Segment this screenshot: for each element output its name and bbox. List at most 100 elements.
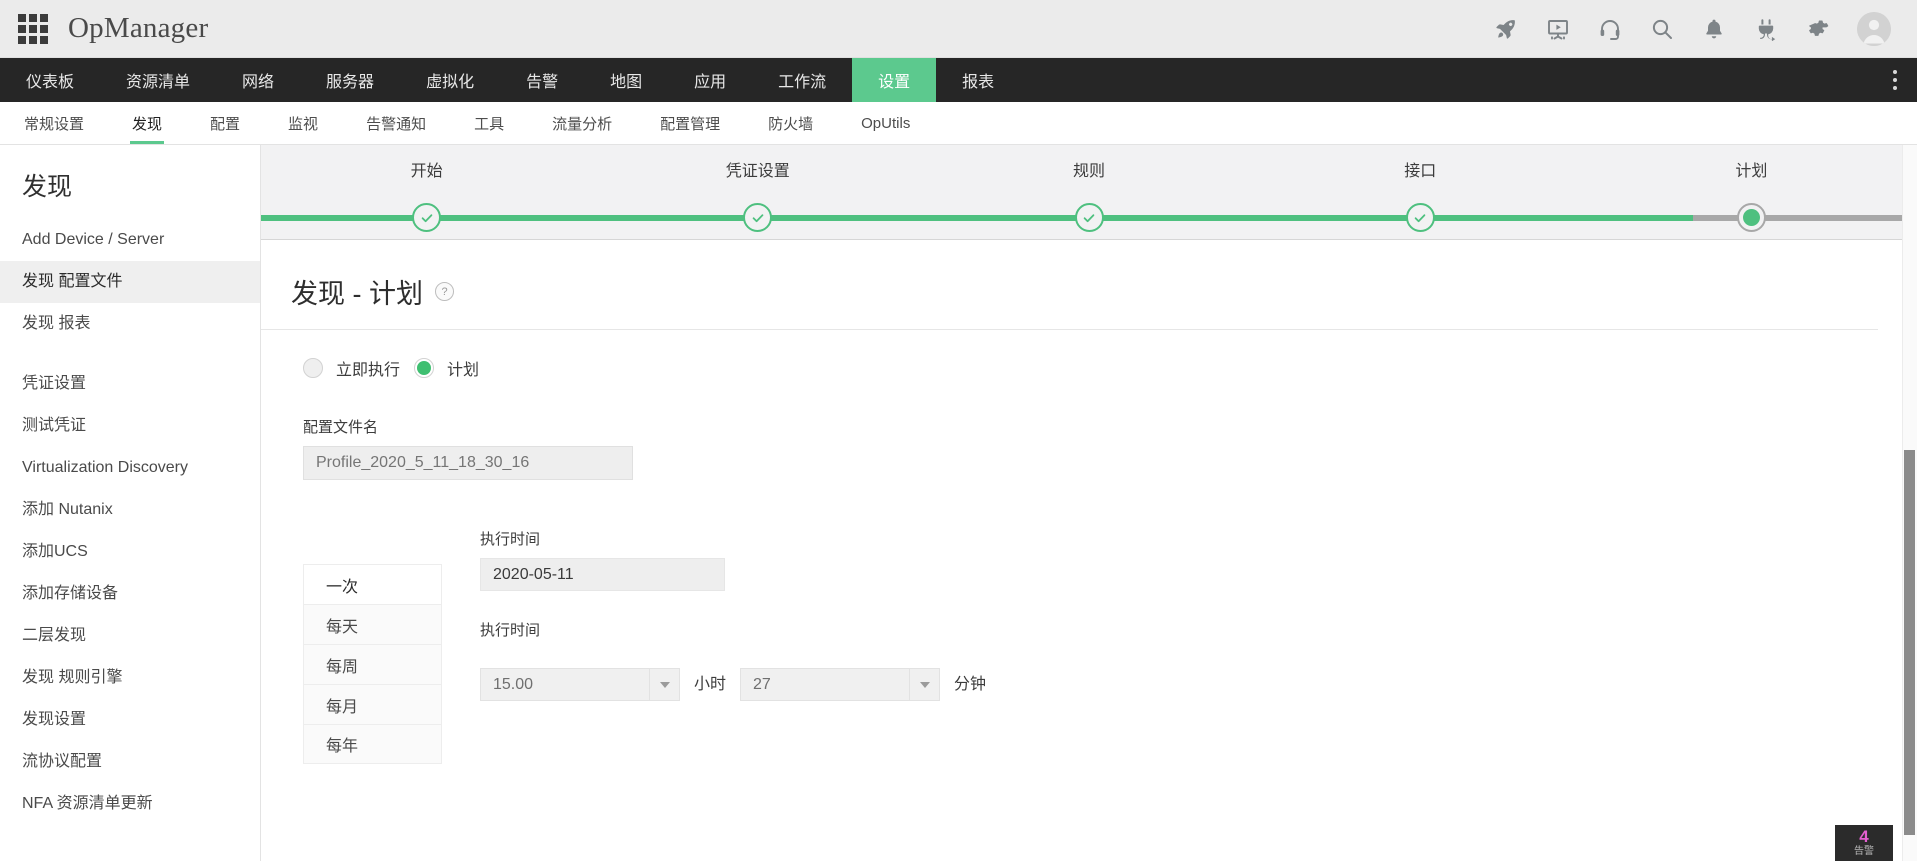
- sidebar-item-discovery-settings[interactable]: 发现设置: [0, 699, 260, 741]
- step-dotcol-start: [261, 203, 592, 232]
- primary-navigation: 仪表板 资源清单 网络 服务器 虚拟化 告警 地图 应用 工作流 设置 报表: [0, 58, 1917, 102]
- nav-item-workflow[interactable]: 工作流: [752, 58, 852, 102]
- minute-select-value: 27: [741, 669, 783, 700]
- check-icon: [420, 211, 434, 225]
- nav-item-inventory[interactable]: 资源清单: [100, 58, 216, 102]
- page-title: 发现 - 计划: [291, 272, 423, 311]
- top-header-bar: OpManager: [0, 0, 1917, 58]
- radio-schedule-label: 计划: [447, 356, 479, 380]
- sidebar-item-flow-protocol-config[interactable]: 流协议配置: [0, 741, 260, 783]
- tab-alarm-notification[interactable]: 告警通知: [342, 102, 450, 144]
- step-label-credentials: 凭证设置: [592, 157, 923, 181]
- presentation-icon[interactable]: [1545, 16, 1571, 42]
- schedule-section: 一次 每天 每周 每月 每年 执行时间 执行时间 15.00 小时 27: [291, 480, 1917, 764]
- check-icon: [1413, 211, 1427, 225]
- step-col-interface: 接口: [1255, 157, 1586, 181]
- tab-monitoring[interactable]: 监视: [264, 102, 342, 144]
- step-dotcol-rules: [923, 203, 1254, 232]
- hour-unit-label: 小时: [680, 668, 740, 701]
- tab-traffic-analysis[interactable]: 流量分析: [528, 102, 636, 144]
- step-col-start: 开始: [261, 157, 592, 181]
- sidebar-item-discovery-profile[interactable]: 发现 配置文件: [0, 261, 260, 303]
- step-col-schedule: 计划: [1586, 157, 1917, 181]
- sidebar-item-discovery-rule-engine[interactable]: 发现 规则引擎: [0, 657, 260, 699]
- step-dot-rules[interactable]: [1075, 203, 1104, 232]
- sidebar-group-divider: [0, 345, 260, 363]
- bell-icon[interactable]: [1701, 16, 1727, 42]
- step-dotcol-schedule: [1586, 203, 1917, 232]
- frequency-tab-monthly[interactable]: 每月: [303, 684, 442, 724]
- user-avatar-icon[interactable]: [1857, 12, 1891, 46]
- stepper-labels: 开始 凭证设置 规则 接口 计划: [261, 145, 1917, 181]
- minute-select[interactable]: 27: [740, 668, 940, 701]
- nav-item-alarms[interactable]: 告警: [500, 58, 584, 102]
- alert-count-widget[interactable]: 4 告警: [1835, 825, 1893, 861]
- sidebar-item-test-credential[interactable]: 测试凭证: [0, 405, 260, 447]
- step-label-interface: 接口: [1255, 157, 1586, 181]
- gear-icon[interactable]: [1805, 16, 1831, 42]
- run-time-row: 15.00 小时 27 分钟: [480, 668, 1000, 701]
- step-dotcol-interface: [1255, 203, 1586, 232]
- sidebar-item-add-storage-device[interactable]: 添加存储设备: [0, 573, 260, 615]
- hour-select[interactable]: 15.00: [480, 668, 680, 701]
- profile-name-input[interactable]: [303, 446, 633, 480]
- vertical-scrollbar-track[interactable]: [1902, 145, 1917, 861]
- step-dot-credentials[interactable]: [743, 203, 772, 232]
- nav-item-reports[interactable]: 报表: [936, 58, 1020, 102]
- sidebar-item-nfa-inventory-update[interactable]: NFA 资源清单更新: [0, 783, 260, 825]
- step-col-rules: 规则: [923, 157, 1254, 181]
- sidebar-item-discovery-report[interactable]: 发现 报表: [0, 303, 260, 345]
- frequency-tab-yearly[interactable]: 每年: [303, 724, 442, 764]
- step-col-credentials: 凭证设置: [592, 157, 923, 181]
- help-icon[interactable]: ?: [435, 282, 454, 301]
- radio-schedule[interactable]: 计划: [414, 356, 479, 380]
- alert-count: 4: [1859, 828, 1868, 846]
- frequency-tab-daily[interactable]: 每天: [303, 604, 442, 644]
- radio-schedule-dot: [414, 358, 434, 378]
- step-dot-interface[interactable]: [1406, 203, 1435, 232]
- tab-configuration[interactable]: 配置: [186, 102, 264, 144]
- step-label-schedule: 计划: [1586, 157, 1917, 181]
- frequency-tab-weekly[interactable]: 每周: [303, 644, 442, 684]
- radio-run-now[interactable]: 立即执行: [303, 356, 400, 380]
- tab-tools[interactable]: 工具: [450, 102, 528, 144]
- sidebar-item-add-nutanix[interactable]: 添加 Nutanix: [0, 489, 260, 531]
- nav-item-apps[interactable]: 应用: [668, 58, 752, 102]
- plug-icon[interactable]: [1753, 16, 1779, 42]
- run-date-input[interactable]: [480, 558, 725, 591]
- frequency-tab-list: 一次 每天 每周 每月 每年: [303, 528, 442, 764]
- tab-config-management[interactable]: 配置管理: [636, 102, 744, 144]
- sidebar-item-credential-settings[interactable]: 凭证设置: [0, 363, 260, 405]
- nav-item-virtualization[interactable]: 虚拟化: [400, 58, 500, 102]
- tab-firewall[interactable]: 防火墙: [744, 102, 837, 144]
- nav-item-dashboard[interactable]: 仪表板: [0, 58, 100, 102]
- step-dot-fill: [1743, 209, 1760, 226]
- tab-discovery[interactable]: 发现: [108, 102, 186, 144]
- sidebar: 发现 Add Device / Server 发现 配置文件 发现 报表 凭证设…: [0, 145, 261, 861]
- tab-oputils[interactable]: OpUtils: [837, 102, 934, 144]
- frequency-tab-once[interactable]: 一次: [303, 564, 442, 604]
- kebab-menu-icon[interactable]: [1873, 58, 1917, 102]
- nav-item-server[interactable]: 服务器: [300, 58, 400, 102]
- vertical-scrollbar-thumb[interactable]: [1904, 450, 1915, 835]
- nav-item-network[interactable]: 网络: [216, 58, 300, 102]
- step-label-start: 开始: [261, 157, 592, 181]
- run-mode-radio-group: 立即执行 计划: [291, 330, 1917, 380]
- sidebar-item-layer2-discovery[interactable]: 二层发现: [0, 615, 260, 657]
- chevron-down-icon: [649, 669, 679, 700]
- nav-item-settings[interactable]: 设置: [852, 58, 936, 102]
- horizontal-scrollbar-track[interactable]: [261, 857, 1902, 861]
- sidebar-item-virtualization-discovery[interactable]: Virtualization Discovery: [0, 447, 260, 489]
- sidebar-item-add-ucs[interactable]: 添加UCS: [0, 531, 260, 573]
- step-dot-schedule[interactable]: [1737, 203, 1766, 232]
- rocket-icon[interactable]: [1493, 16, 1519, 42]
- grid-apps-icon[interactable]: [16, 12, 50, 46]
- step-dot-start[interactable]: [412, 203, 441, 232]
- sidebar-item-add-device-server[interactable]: Add Device / Server: [0, 219, 260, 261]
- tab-general-settings[interactable]: 常规设置: [0, 102, 108, 144]
- search-icon[interactable]: [1649, 16, 1675, 42]
- nav-item-maps[interactable]: 地图: [584, 58, 668, 102]
- hour-select-value: 15.00: [481, 669, 545, 700]
- profile-name-field-block: 配置文件名: [291, 380, 1917, 480]
- headset-icon[interactable]: [1597, 16, 1623, 42]
